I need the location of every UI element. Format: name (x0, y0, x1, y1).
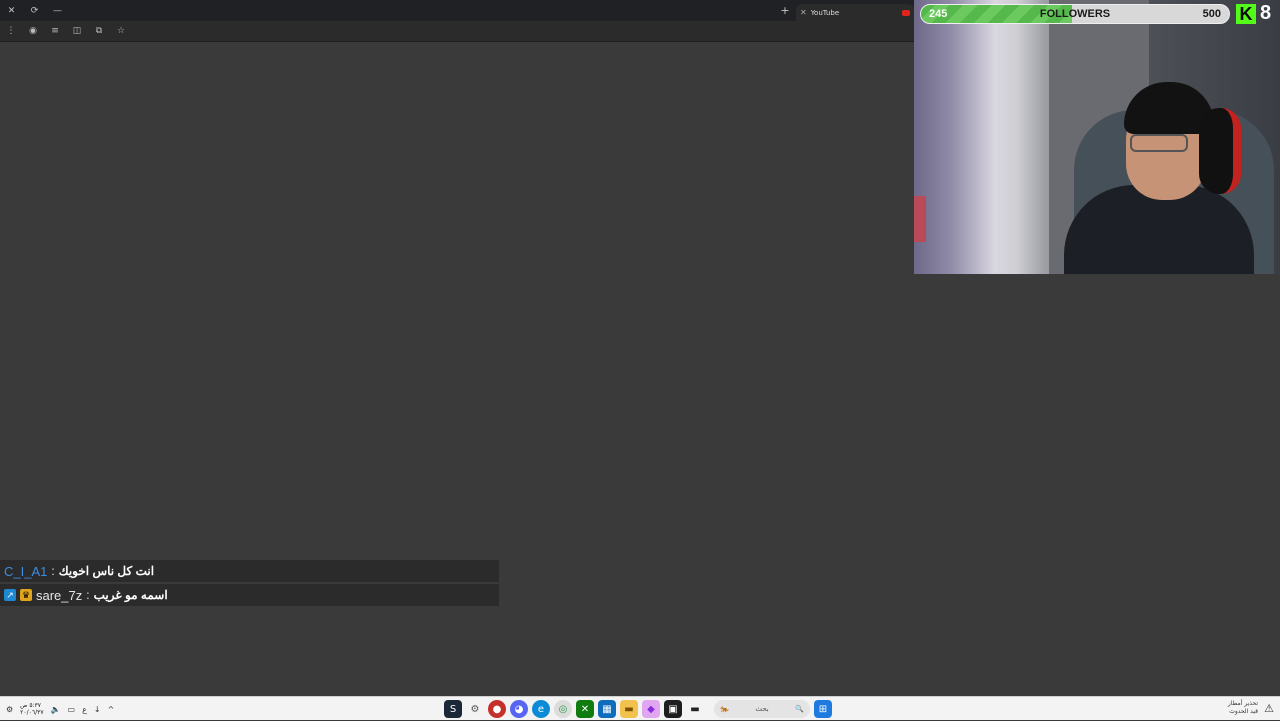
follower-goal-bar: 245 FOLLOWERS 500 (920, 4, 1230, 24)
extension-icon[interactable]: ◉ (22, 21, 44, 41)
chat-overlay: C_I_A1 : انت كل ناس اخويك ↗ ♛ sare_7z : … (0, 560, 499, 608)
app-icon[interactable]: ◆ (642, 700, 660, 718)
network-icon[interactable]: ▭ (68, 705, 76, 714)
search-placeholder: بحث (755, 705, 769, 713)
terminal-icon[interactable]: ▣ (664, 700, 682, 718)
window-icon[interactable]: ▬ (686, 700, 704, 718)
youtube-icon (902, 9, 910, 16)
tab-youtube[interactable]: ✕ YouTube (796, 4, 914, 21)
badge-icon: ↗ (4, 589, 16, 601)
taskbar: ⚙ ٥:٣٧ ص ٢٠/٠٦/٣٧ 🔈 ▭ ع ↓ ^ S ⚙ ● ◕ e ◎ … (0, 696, 1280, 720)
chat-separator: : (51, 564, 55, 578)
volume-icon[interactable]: 🔈 (51, 705, 61, 714)
discord-icon[interactable]: ◕ (510, 700, 528, 718)
browser-tab-bar: ✕ ⟳ — + ✕ YouTube (0, 0, 914, 21)
chrome-icon[interactable]: ◎ (554, 700, 572, 718)
kick-count: 8 (1260, 2, 1272, 24)
webcam-feed (914, 0, 1280, 274)
chat-text: اسمه مو غريب (93, 588, 168, 602)
start-icon[interactable]: ⊞ (814, 700, 832, 718)
notification-icon[interactable]: ⚙ (6, 705, 13, 714)
clock-time: ٥:٣٧ ص (20, 702, 42, 709)
crown-badge-icon: ♛ (20, 589, 32, 601)
tab-title: YouTube (810, 8, 840, 17)
close-window-icon[interactable]: ✕ (0, 0, 23, 21)
follower-label: FOLLOWERS (1039, 8, 1111, 20)
kick-logo-icon: K (1236, 4, 1256, 24)
game-icon[interactable]: ● (488, 700, 506, 718)
chat-username: sare_7z (36, 587, 83, 603)
xbox-icon[interactable]: ✕ (576, 700, 594, 718)
chat-text: انت كل ناس اخويك (58, 564, 155, 578)
system-tray: ⚙ ٥:٣٧ ص ٢٠/٠٦/٣٧ 🔈 ▭ ع ↓ ^ (6, 697, 114, 721)
tab-close-icon[interactable]: ✕ (800, 8, 807, 17)
taskbar-search[interactable]: 🐅 بحث 🔍 (714, 700, 810, 718)
star-icon[interactable]: ☆ (110, 21, 132, 41)
chat-message: C_I_A1 : انت كل ناس اخويك (0, 560, 499, 582)
browser-toolbar: ⋮ ◉ ≡ ◫ ⧉ ☆ (0, 21, 914, 42)
weather-line2: قيد الحدوث (1229, 708, 1258, 715)
minimize-window-icon[interactable]: — (46, 0, 69, 21)
weather-widget[interactable]: تحذير أمطار قيد الحدوث (1228, 700, 1258, 716)
search-icon: 🔍 (795, 705, 804, 713)
restore-window-icon[interactable]: ⟳ (23, 0, 46, 21)
taskbar-apps: S ⚙ ● ◕ e ◎ ✕ ▦ ▬ ◆ ▣ ▬ 🐅 بحث 🔍 ⊞ (444, 699, 832, 719)
folder-icon[interactable]: ▬ (620, 700, 638, 718)
follower-target: 500 (1202, 8, 1221, 20)
headset (1199, 108, 1241, 194)
new-tab-button[interactable]: + (774, 4, 796, 17)
screenshot-icon[interactable]: ⧉ (88, 21, 110, 41)
weather-line1: تحذير أمطار (1227, 700, 1258, 707)
chat-username: C_I_A1 (4, 563, 48, 579)
store-icon[interactable]: ▦ (598, 700, 616, 718)
chat-separator: : (86, 588, 90, 602)
language-icon[interactable]: ع (82, 705, 87, 714)
chat-message: ↗ ♛ sare_7z : اسمه مو غريب (0, 584, 499, 606)
search-image-icon: 🐅 (720, 705, 729, 713)
warning-icon: ⚠ (1264, 702, 1274, 715)
clock[interactable]: ٥:٣٧ ص ٢٠/٠٦/٣٧ (20, 702, 43, 716)
streamer-glasses (1130, 134, 1188, 152)
background-object (914, 196, 926, 242)
steam-icon[interactable]: S (444, 700, 462, 718)
edge-icon[interactable]: e (532, 700, 550, 718)
sidebar-icon[interactable]: ◫ (66, 21, 88, 41)
filter-icon[interactable]: ≡ (44, 21, 66, 41)
menu-icon[interactable]: ⋮ (0, 21, 22, 41)
clock-date: ٢٠/٠٦/٣٧ (20, 709, 44, 716)
chevron-up-icon[interactable]: ^ (108, 705, 115, 714)
mic-icon[interactable]: ↓ (94, 705, 101, 714)
settings-icon[interactable]: ⚙ (466, 700, 484, 718)
